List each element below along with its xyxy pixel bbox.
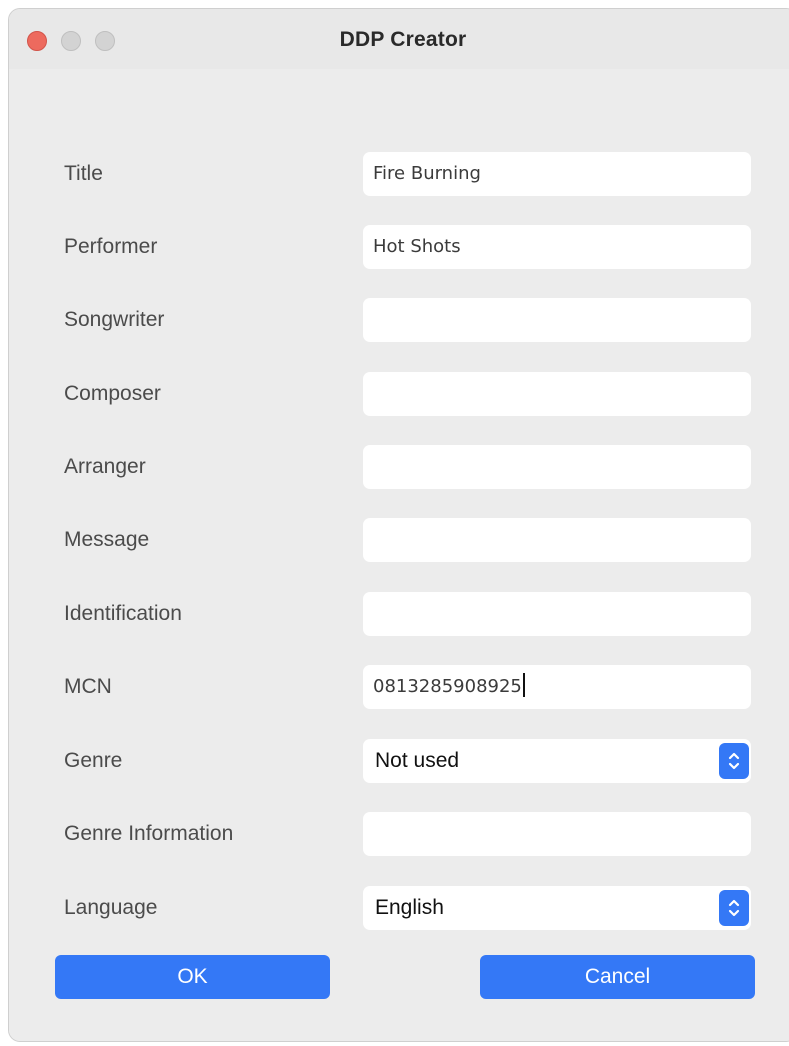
title-label: Title — [64, 162, 103, 185]
row-title: Title Fire Burning — [9, 152, 789, 196]
window-title: DDP Creator — [339, 28, 467, 51]
row-performer: Performer Hot Shots — [9, 225, 789, 269]
genre-label: Genre — [64, 749, 123, 772]
mcn-value: 0813285908925 — [373, 676, 522, 697]
language-label: Language — [64, 896, 158, 919]
mcn-field[interactable]: 0813285908925 — [363, 665, 751, 709]
genre-information-field[interactable] — [363, 812, 751, 856]
composer-label: Composer — [64, 382, 161, 405]
up-down-chevron-icon[interactable] — [719, 743, 749, 779]
genre-information-label: Genre Information — [64, 822, 234, 845]
title-bar[interactable]: DDP Creator — [9, 9, 789, 70]
cancel-button[interactable]: Cancel — [480, 955, 755, 999]
language-select[interactable]: English — [363, 886, 751, 930]
form-panel: Title Fire Burning Performer Hot Shots S… — [9, 69, 789, 1041]
row-identification: Identification — [9, 592, 789, 636]
arranger-label: Arranger — [64, 455, 146, 478]
row-message: Message — [9, 518, 789, 562]
identification-field[interactable] — [363, 592, 751, 636]
row-arranger: Arranger — [9, 445, 789, 489]
mcn-label: MCN — [64, 675, 112, 698]
identification-label: Identification — [64, 602, 182, 625]
row-genre-information: Genre Information — [9, 812, 789, 856]
up-down-chevron-icon[interactable] — [719, 890, 749, 926]
row-songwriter: Songwriter — [9, 298, 789, 342]
message-label: Message — [64, 528, 150, 551]
songwriter-field[interactable] — [363, 298, 751, 342]
arranger-field[interactable] — [363, 445, 751, 489]
ok-button[interactable]: OK — [55, 955, 330, 999]
genre-select[interactable]: Not used — [363, 739, 751, 783]
songwriter-label: Songwriter — [64, 308, 165, 331]
genre-selected-value: Not used — [375, 749, 460, 772]
ddp-creator-window: DDP Creator Title Fire Burning Performer… — [8, 8, 789, 1042]
row-language: Language English — [9, 886, 789, 930]
title-field[interactable]: Fire Burning — [363, 152, 751, 196]
row-composer: Composer — [9, 372, 789, 416]
row-mcn: MCN 0813285908925 — [9, 665, 789, 709]
composer-field[interactable] — [363, 372, 751, 416]
text-caret — [522, 673, 525, 697]
performer-field[interactable]: Hot Shots — [363, 225, 751, 269]
performer-label: Performer — [64, 235, 158, 258]
language-selected-value: English — [375, 896, 444, 919]
row-genre: Genre Not used — [9, 739, 789, 783]
message-field[interactable] — [363, 518, 751, 562]
